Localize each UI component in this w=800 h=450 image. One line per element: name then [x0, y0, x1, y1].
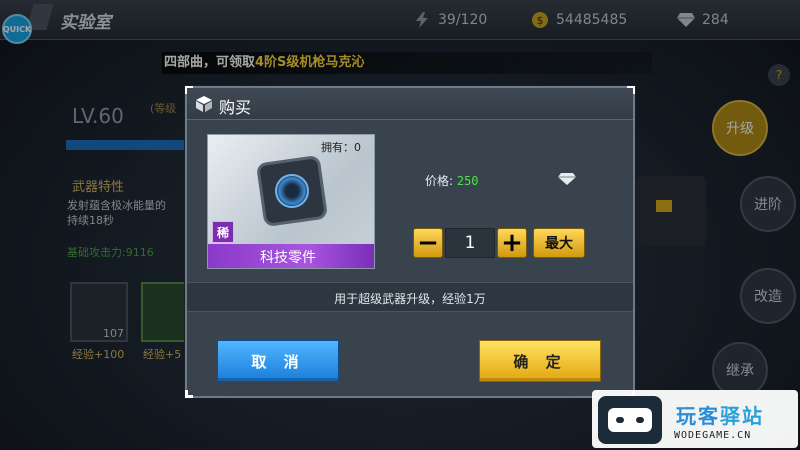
item-description: 用于超级武器升级，经验1万 [334, 292, 486, 306]
cube-icon [196, 96, 212, 112]
chip-core [272, 171, 312, 211]
item-name: 科技零件 [260, 250, 316, 266]
rarity-badge: 稀 [212, 221, 234, 243]
price: 价格: 250 [425, 172, 479, 189]
dialog-header: 购买 [187, 88, 633, 120]
watermark-url: WODEGAME.CN [674, 430, 752, 441]
watermark-logo-eye [636, 417, 644, 423]
purchase-dialog: 购买 拥有：0 稀 科技零件 价格: 250 − 1 + 最大 用于超级武器升级… [185, 86, 635, 398]
confirm-button[interactable]: 确 定 [479, 340, 601, 382]
owned-value: 0 [354, 141, 361, 154]
owned-count: 拥有：0 [321, 139, 364, 155]
description-strip: 用于超级武器升级，经验1万 [187, 282, 633, 312]
quantity-value[interactable]: 1 [445, 228, 495, 258]
owned-label: 拥有： [321, 141, 354, 154]
increase-quantity-button[interactable]: + [497, 228, 527, 258]
item-name-bar: 科技零件 [208, 244, 374, 268]
decrease-quantity-button[interactable]: − [413, 228, 443, 258]
watermark-logo-face [608, 408, 652, 432]
tech-chip-icon [255, 154, 329, 228]
cancel-button[interactable]: 取 消 [217, 340, 339, 382]
price-value: 250 [456, 174, 479, 188]
watermark-logo-eye [616, 417, 624, 423]
corner-decoration [185, 390, 193, 398]
watermark-text: 玩客驿站 [676, 400, 764, 429]
watermark-text-part1: 玩客 [676, 404, 720, 428]
max-quantity-button[interactable]: 最大 [533, 228, 585, 258]
diamond-icon [558, 173, 576, 185]
dialog-title: 购买 [219, 98, 252, 117]
watermark-text-part2: 驿站 [720, 404, 764, 428]
item-card: 拥有：0 稀 科技零件 [207, 134, 375, 269]
price-label: 价格: [425, 174, 457, 188]
